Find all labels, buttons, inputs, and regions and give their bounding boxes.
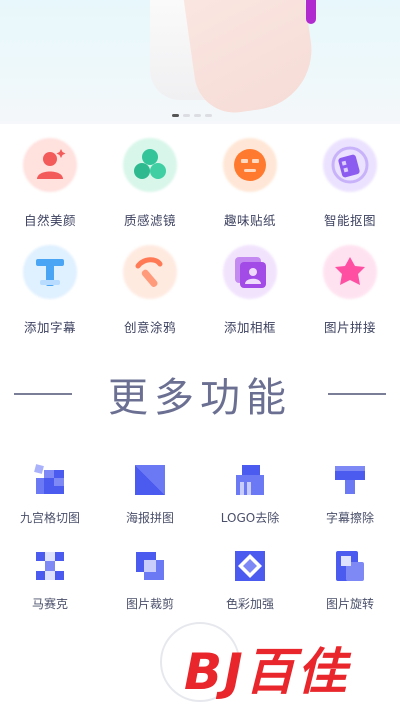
carousel-dot xyxy=(183,114,190,117)
tool-label: 海报拼图 xyxy=(125,511,174,525)
carousel-dot xyxy=(205,114,212,117)
feature-label: 质感滤镜 xyxy=(123,213,176,228)
tool-label: 九宫格切图 xyxy=(19,511,80,525)
tool-label: LOGO去除 xyxy=(220,511,280,525)
tool-image-crop[interactable]: 图片裁剪 xyxy=(100,544,200,630)
feature-fun-sticker[interactable]: 趣味贴纸 xyxy=(200,130,300,237)
feature-label: 添加相框 xyxy=(223,320,276,335)
subtitle-erase-icon xyxy=(335,466,365,494)
mosaic-icon xyxy=(36,552,64,580)
more-functions-title: 更多功能 xyxy=(108,375,292,421)
feature-add-frame[interactable]: 添加相框 xyxy=(200,237,300,344)
feature-label: 智能抠图 xyxy=(323,213,376,228)
brand-watermark: BJ百佳 xyxy=(160,622,390,702)
hero-photo-arm xyxy=(180,0,320,118)
feature-label: 自然美颜 xyxy=(23,213,76,228)
filter-circles-icon xyxy=(119,134,181,196)
smart-cutout-icon xyxy=(319,134,381,196)
tools-grid: 九宫格切图 海报拼图 LOGO去除 字幕擦除 马赛克 图片裁剪 色彩加强 图片旋… xyxy=(0,458,400,630)
poster-collage-icon xyxy=(135,465,165,495)
feature-grid: 自然美颜 质感滤镜 趣味贴纸 智能抠图 添加字幕 创意涂鸦 添加相框 图片拼接 xyxy=(0,130,400,344)
feature-label: 趣味贴纸 xyxy=(223,213,276,228)
tool-label: 字幕擦除 xyxy=(325,511,374,525)
tool-color-enhance[interactable]: 色彩加强 xyxy=(200,544,300,630)
text-t-icon xyxy=(19,241,81,303)
carousel-dot xyxy=(194,114,201,117)
tool-label: 色彩加强 xyxy=(225,597,274,611)
tool-label: 图片裁剪 xyxy=(125,597,174,611)
carousel-indicator xyxy=(172,114,212,117)
feature-texture-filter[interactable]: 质感滤镜 xyxy=(100,130,200,237)
feature-creative-doodle[interactable]: 创意涂鸦 xyxy=(100,237,200,344)
tool-logo-remove[interactable]: LOGO去除 xyxy=(200,458,300,544)
tool-subtitle-erase[interactable]: 字幕擦除 xyxy=(300,458,400,544)
tool-label: 马赛克 xyxy=(31,597,68,611)
photo-frame-icon xyxy=(219,241,281,303)
logo-remove-icon xyxy=(236,465,264,495)
brand-mark: BJ xyxy=(184,643,245,701)
color-enhance-icon xyxy=(235,551,265,581)
tool-poster-collage[interactable]: 海报拼图 xyxy=(100,458,200,544)
divider-line xyxy=(14,393,72,395)
crop-icon xyxy=(136,552,164,580)
feature-label: 图片拼接 xyxy=(323,320,376,335)
feature-natural-beauty[interactable]: 自然美颜 xyxy=(0,130,100,237)
feature-image-stitch[interactable]: 图片拼接 xyxy=(300,237,400,344)
tool-image-rotate[interactable]: 图片旋转 xyxy=(300,544,400,630)
sticker-face-icon xyxy=(219,134,281,196)
feature-add-subtitle[interactable]: 添加字幕 xyxy=(0,237,100,344)
tool-nine-grid[interactable]: 九宫格切图 xyxy=(0,458,100,544)
brand-logo: BJ百佳 xyxy=(184,632,349,704)
person-beauty-icon xyxy=(19,134,81,196)
feature-label: 创意涂鸦 xyxy=(123,320,176,335)
section-title: 更多功能 xyxy=(0,366,400,422)
hero-photo-accent xyxy=(306,0,316,24)
feature-smart-cutout[interactable]: 智能抠图 xyxy=(300,130,400,237)
puzzle-piece-icon xyxy=(319,241,381,303)
divider-line xyxy=(328,393,386,395)
feature-label: 添加字幕 xyxy=(23,320,76,335)
tool-label: 图片旋转 xyxy=(325,597,374,611)
tool-mosaic[interactable]: 马赛克 xyxy=(0,544,100,630)
carousel-dot xyxy=(172,114,179,117)
brand-name: 百佳 xyxy=(244,643,349,701)
rotate-icon xyxy=(336,551,364,581)
nine-grid-icon xyxy=(34,464,64,494)
doodle-brush-icon xyxy=(119,241,181,303)
hero-banner[interactable] xyxy=(0,0,400,124)
